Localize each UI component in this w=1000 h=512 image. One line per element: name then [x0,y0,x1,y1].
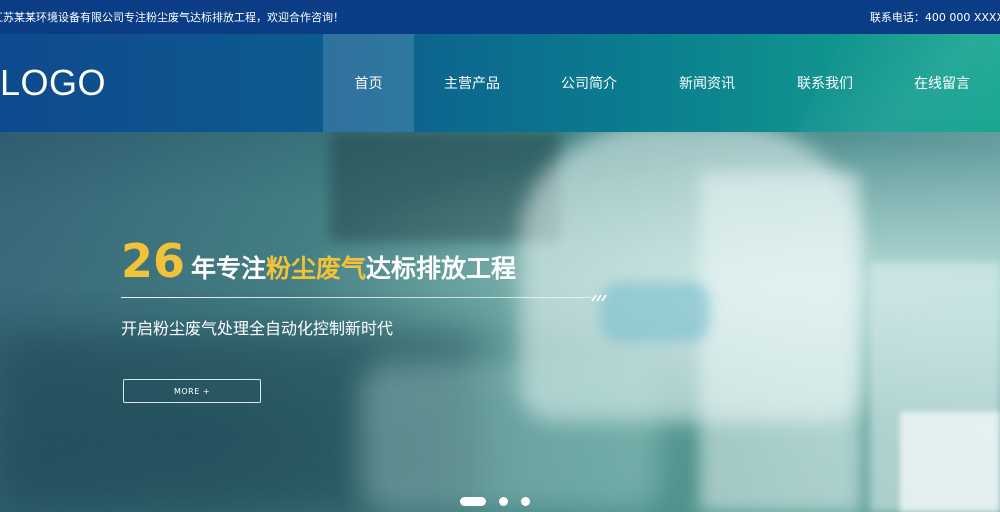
site-logo[interactable]: LOGO [0,61,106,105]
nav-contact[interactable]: 联系我们 [766,34,884,132]
top-bar: 江苏某某环境设备有限公司专注粉尘废气达标排放工程，欢迎合作咨询！ 联系电话：40… [0,0,1000,34]
headline-text-2: 达标排放工程 [366,254,517,283]
nav-products[interactable]: 主营产品 [414,34,530,132]
more-button[interactable]: MORE + [123,379,261,403]
slide-dot-1[interactable] [460,497,486,506]
site-header: LOGO 首页 主营产品 公司简介 新闻资讯 联系我们 在线留言 [0,34,1000,132]
phone-number: 400 000 XXXX [924,11,1000,24]
nav-message[interactable]: 在线留言 [884,34,1000,132]
hero-banner: 26 年专注 粉尘废气 达标排放工程 开启粉尘废气处理全自动化控制新时代 MOR… [0,132,1000,512]
headline-divider [121,297,591,298]
slide-dot-2[interactable] [499,497,508,506]
slide-dot-3[interactable] [521,497,530,506]
main-nav: 首页 主营产品 公司简介 新闻资讯 联系我们 在线留言 [323,34,1000,132]
contact-phone: 联系电话：400 000 XXXX [870,9,1000,25]
top-notice: 江苏某某环境设备有限公司专注粉尘废气达标排放工程，欢迎合作咨询！ [0,11,344,24]
banner-headline: 26 年专注 粉尘废气 达标排放工程 [121,232,516,288]
nav-home[interactable]: 首页 [323,34,414,132]
nav-news[interactable]: 新闻资讯 [648,34,766,132]
phone-label: 联系电话： [869,11,925,24]
headline-years: 26 [121,234,186,288]
headline-highlight: 粉尘废气 [266,254,367,283]
slider-pagination [460,497,543,506]
headline-text-1: 年专注 [191,254,267,283]
banner-subtitle: 开启粉尘废气处理全自动化控制新时代 [121,319,394,338]
nav-about[interactable]: 公司简介 [530,34,648,132]
divider-stripes-icon [591,294,607,302]
